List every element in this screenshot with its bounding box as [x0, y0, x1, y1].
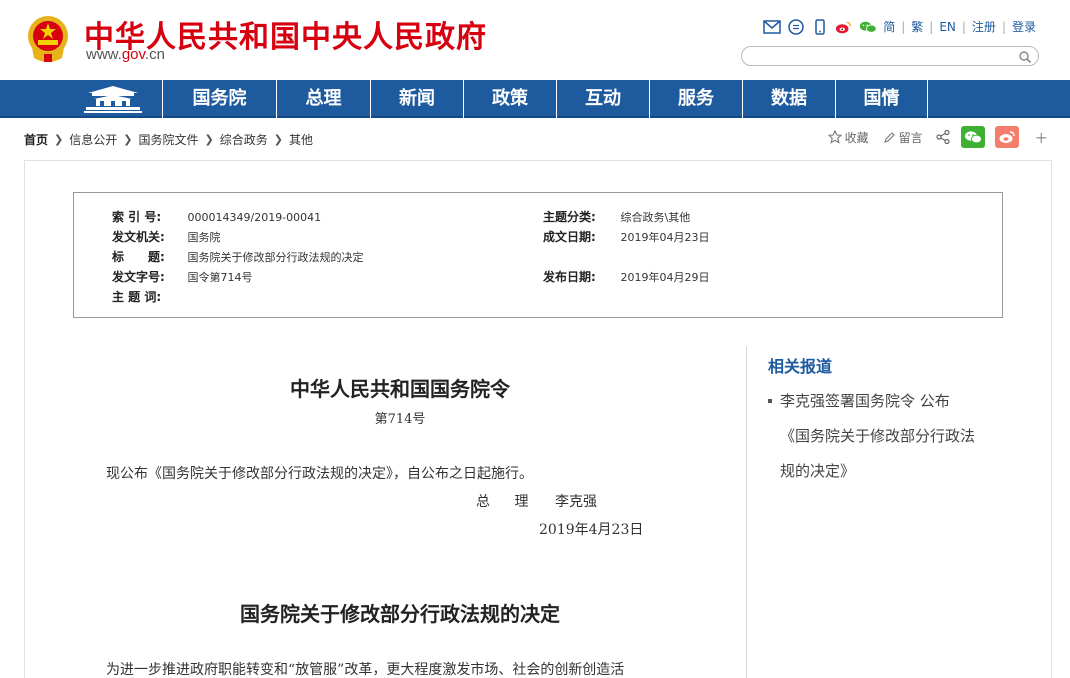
- nav-item-data[interactable]: 数据: [742, 80, 835, 118]
- search-box: [741, 46, 1039, 66]
- related-reports-title: 相关报道: [768, 357, 833, 376]
- comment-label: 留言: [898, 130, 923, 145]
- comment-button[interactable]: 留言: [883, 129, 923, 146]
- weibo-icon[interactable]: [835, 19, 853, 35]
- chevron-right-icon: ❯: [273, 133, 283, 146]
- title-label: 标 题:: [112, 250, 165, 264]
- crumb-other[interactable]: 其他: [289, 131, 313, 148]
- issuer-label: 发文机关:: [112, 230, 165, 244]
- signatory-name: 李克强: [555, 494, 597, 510]
- index-label: 索 引 号:: [112, 210, 162, 224]
- pencil-icon: [883, 131, 895, 143]
- more-share-button[interactable]: +: [1035, 128, 1048, 147]
- url-www: www.: [86, 46, 122, 63]
- docno-value: 国令第714号: [187, 271, 253, 284]
- favorite-label: 收藏: [844, 130, 869, 145]
- mobile-icon[interactable]: [811, 18, 829, 35]
- message-icon[interactable]: [787, 18, 805, 35]
- share-icon[interactable]: [935, 129, 951, 145]
- title-value: 国务院关于修改部分行政法规的决定: [187, 251, 364, 264]
- published-date-value: 2019年04月29日: [620, 271, 710, 284]
- decision-title: 国务院关于修改部分行政法规的决定: [240, 602, 560, 626]
- nav-item-premier[interactable]: 总理: [276, 80, 370, 118]
- created-date-value: 2019年04月23日: [620, 231, 710, 244]
- nav-item-national-info[interactable]: 国情: [835, 80, 928, 118]
- category-value: 综合政务\其他: [620, 211, 691, 224]
- issuer-value: 国务院: [187, 231, 221, 244]
- favorite-button[interactable]: 收藏: [827, 129, 869, 146]
- main-nav: 国务院 总理 新闻 政策 互动 服务 数据 国情: [0, 80, 1070, 118]
- crumb-home[interactable]: 首页: [24, 131, 48, 148]
- star-icon: [827, 130, 842, 144]
- link-english[interactable]: EN: [939, 20, 956, 34]
- wechat-share-icon[interactable]: [960, 126, 985, 148]
- divider: |: [1001, 19, 1006, 34]
- search-input[interactable]: [752, 48, 1012, 64]
- signatory-role: 总 理: [476, 494, 539, 510]
- nav-item-state-council[interactable]: 国务院: [162, 80, 276, 118]
- site-header: 中华人民共和国中央人民政府 www.gov.cn 简 | 繁 | EN | 注册…: [0, 0, 1070, 80]
- weibo-share-icon[interactable]: [994, 126, 1019, 148]
- bullet-icon: [768, 399, 772, 403]
- divider: |: [929, 19, 934, 34]
- nav-item-interaction[interactable]: 互动: [556, 80, 649, 118]
- nav-item-news[interactable]: 新闻: [370, 80, 463, 118]
- column-divider: [746, 346, 747, 678]
- nav-item-services[interactable]: 服务: [649, 80, 742, 118]
- created-date-label: 成文日期:: [543, 230, 596, 244]
- subject-label: 主 题 词:: [112, 290, 162, 304]
- url-cn: .cn: [144, 46, 165, 63]
- crumb-general-affairs[interactable]: 综合政务: [220, 131, 268, 148]
- document-meta-table: 索 引 号: 000014349/2019-00041 发文机关: 国务院 标 …: [73, 192, 1003, 318]
- site-url[interactable]: www.gov.cn: [86, 46, 165, 63]
- article-paragraph: 现公布《国务院关于修改部分行政法规的决定》，自公布之日起施行。: [106, 466, 533, 482]
- related-report-line: 李克强签署国务院令 公布: [780, 392, 950, 410]
- article-paragraph: 为进一步推进政府职能转变和“放管服”改革，更大程度激发市场、社会的创新创造活: [106, 662, 625, 678]
- decree-title: 中华人民共和国国务院令: [290, 377, 510, 401]
- crumb-info-disclosure[interactable]: 信息公开: [69, 131, 117, 148]
- related-report-line: 《国务院关于修改部分行政法: [780, 427, 976, 445]
- crumb-council-docs[interactable]: 国务院文件: [138, 131, 198, 148]
- national-emblem-icon[interactable]: [26, 14, 70, 64]
- related-report-line: 规的决定》: [780, 462, 856, 480]
- nav-item-policy[interactable]: 政策: [463, 80, 556, 118]
- chevron-right-icon: ❯: [123, 133, 133, 146]
- signing-date: 2019年4月23日: [539, 522, 644, 538]
- published-date-label: 发布日期:: [543, 270, 596, 284]
- wechat-icon[interactable]: [859, 19, 877, 35]
- top-links: 简 | 繁 | EN | 注册 | 登录: [763, 18, 1036, 35]
- chevron-right-icon: ❯: [204, 133, 214, 146]
- link-simplified[interactable]: 简: [883, 18, 895, 35]
- link-traditional[interactable]: 繁: [911, 18, 923, 35]
- divider: |: [961, 19, 966, 34]
- url-gov: gov: [121, 46, 145, 63]
- mail-icon[interactable]: [763, 19, 781, 35]
- decree-number: 第714号: [374, 412, 426, 427]
- link-login[interactable]: 登录: [1012, 18, 1036, 35]
- divider: |: [901, 19, 906, 34]
- category-label: 主题分类:: [543, 210, 596, 224]
- breadcrumb: 首页 ❯ 信息公开 ❯ 国务院文件 ❯ 综合政务 ❯ 其他: [24, 131, 313, 148]
- search-icon[interactable]: [1018, 49, 1032, 64]
- home-gate-icon[interactable]: [82, 83, 144, 115]
- chevron-right-icon: ❯: [54, 133, 64, 146]
- link-register[interactable]: 注册: [972, 18, 996, 35]
- related-report-link[interactable]: 李克强签署国务院令 公布 《国务院关于修改部分行政法 规的决定》: [768, 384, 1008, 489]
- share-tools: 收藏 留言 +: [827, 126, 1048, 148]
- index-value: 000014349/2019-00041: [187, 211, 322, 224]
- docno-label: 发文字号:: [112, 270, 165, 284]
